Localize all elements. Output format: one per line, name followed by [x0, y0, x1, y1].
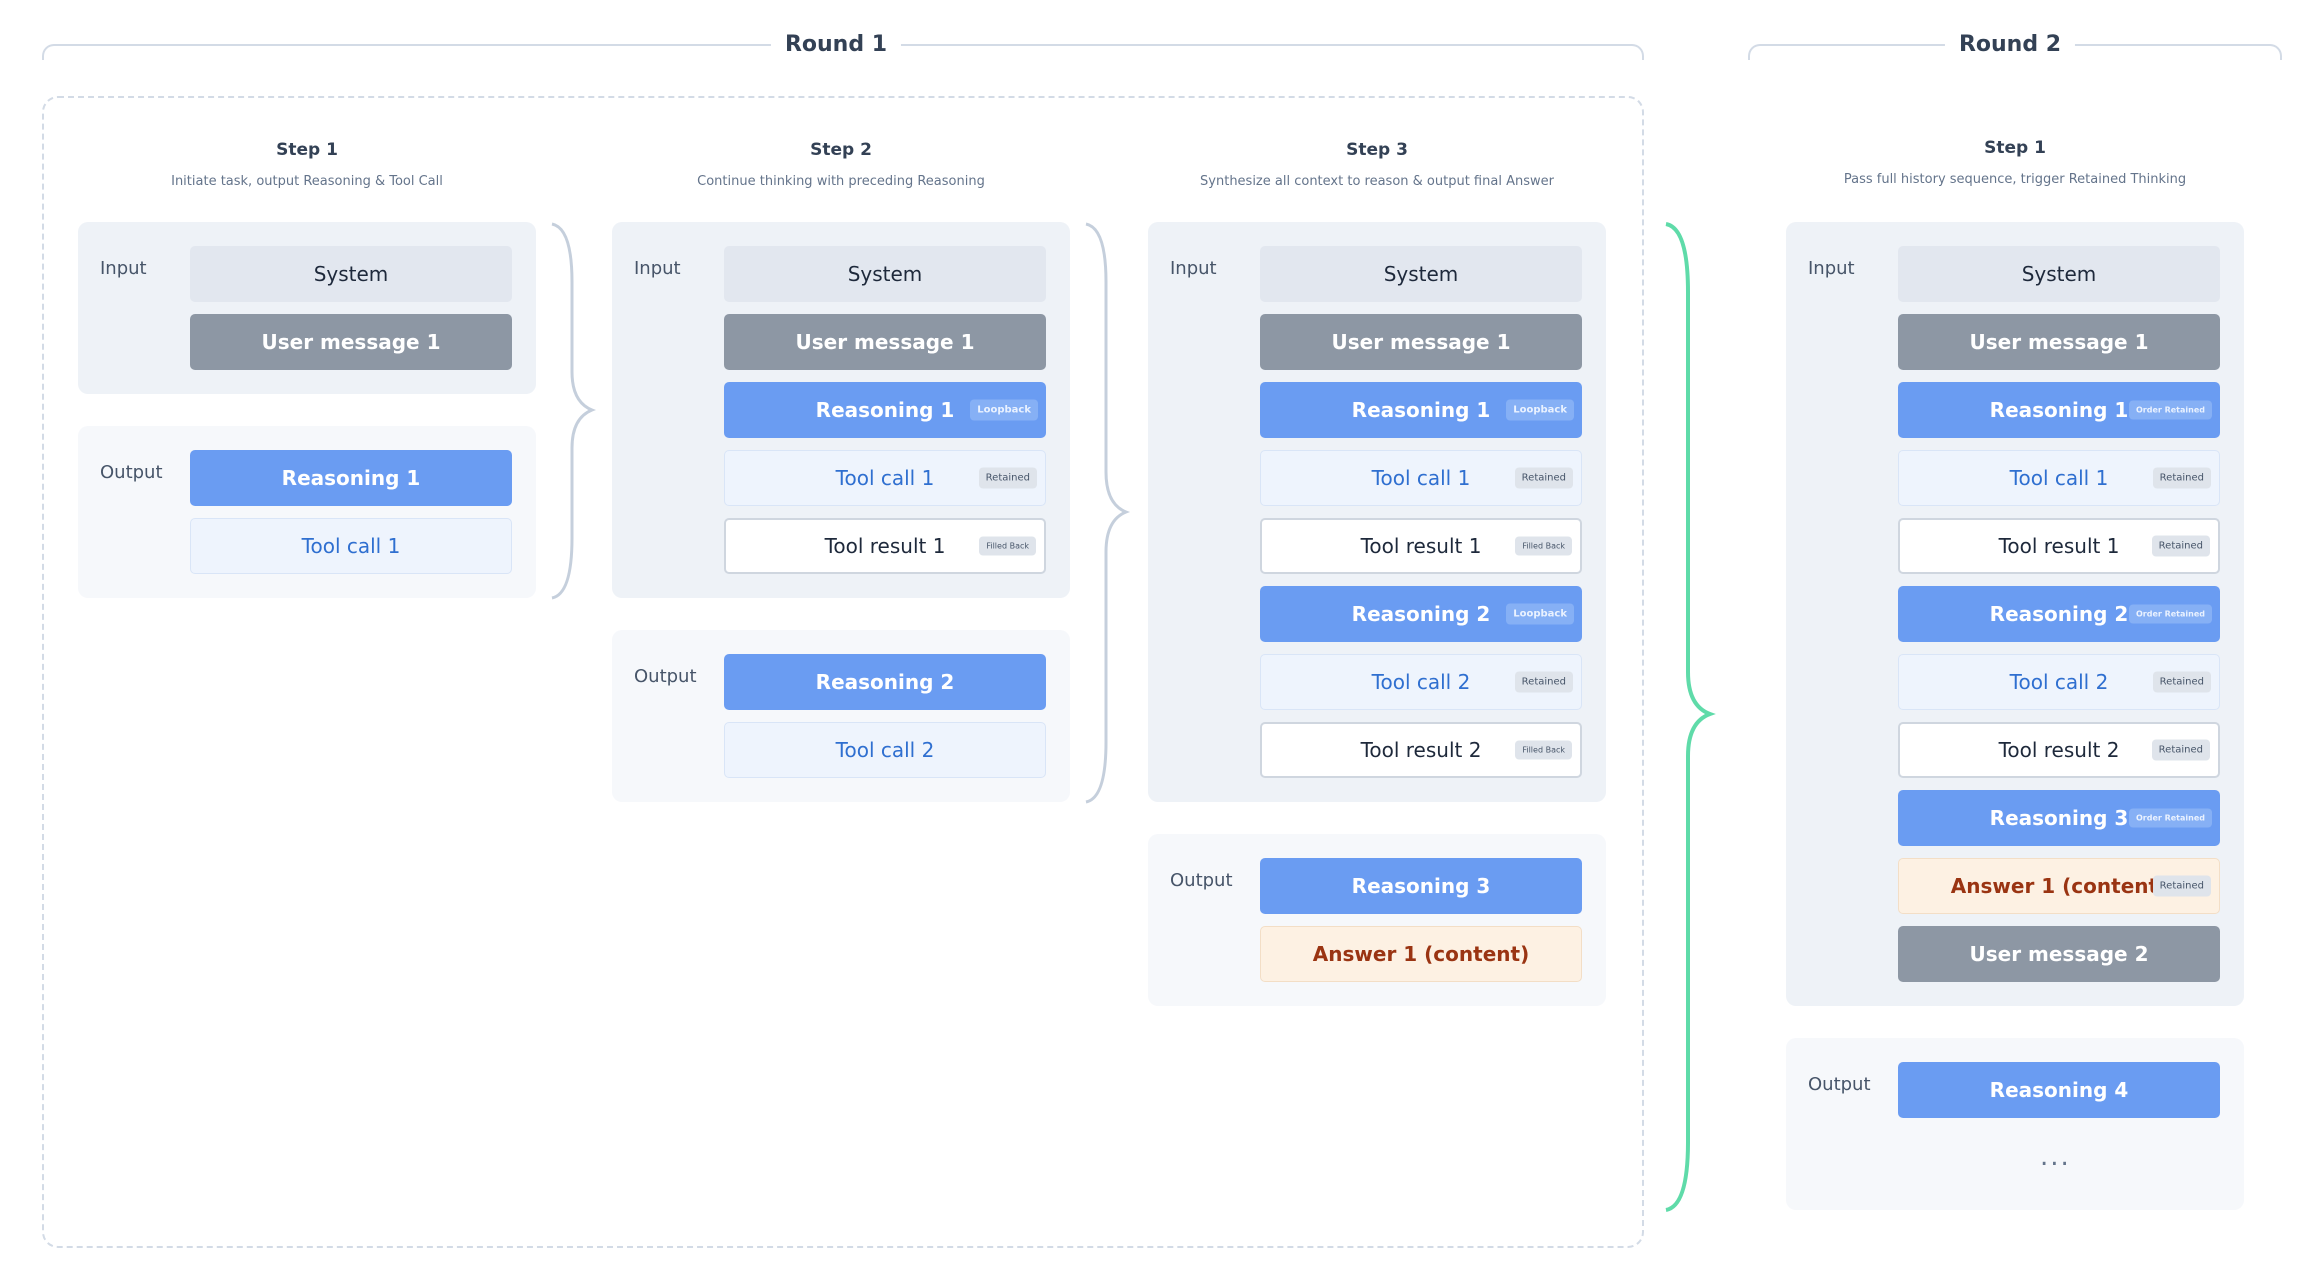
r1s3-input-panel [1148, 222, 1606, 802]
r1s2-reasoning-2: Reasoning 2 [724, 654, 1046, 710]
step-connector-2-3 [1085, 222, 1131, 804]
step-connector-1-2 [551, 222, 597, 600]
r2s1-tool-result-2: Tool result 2 Retained [1898, 722, 2220, 778]
r1s2-system-block: System [724, 246, 1046, 302]
r1s3-tool-call-2: Tool call 2 Retained [1260, 654, 1582, 710]
filled-back-tag: Filled Back [1515, 740, 1572, 760]
r2s1-user-message-1: User message 1 [1898, 314, 2220, 370]
r2s1-user-message-2: User message 2 [1898, 926, 2220, 982]
r2s1-output-label: Output [1808, 1074, 1871, 1095]
r1s1-title: Step 1 [276, 140, 338, 160]
r1s3-tool-call-1: Tool call 1 Retained [1260, 450, 1582, 506]
r1s3-answer-1: Answer 1 (content) [1260, 926, 1582, 982]
r1s1-reasoning-1: Reasoning 1 [190, 450, 512, 506]
retained-tag: Retained [978, 467, 1037, 489]
block-label: Tool call 1 [2009, 466, 2109, 490]
block-label: Reasoning 1 [1989, 398, 2129, 422]
r1s3-input-label: Input [1170, 258, 1217, 279]
continuation-ellipsis: ... [2040, 1142, 2071, 1172]
block-label: Answer 1 (content) [1950, 874, 2168, 898]
order-retained-tag: Order Retained [2128, 604, 2212, 624]
r1s2-output-label: Output [634, 666, 697, 687]
r2s1-input-label: Input [1808, 258, 1855, 279]
retained-tag: Retained [2151, 535, 2210, 557]
r1s1-input-label: Input [100, 258, 147, 279]
loopback-tag: Loopback [1506, 603, 1574, 625]
block-label: Reasoning 1 [1351, 398, 1491, 422]
r1s3-system-block: System [1260, 246, 1582, 302]
order-retained-tag: Order Retained [2128, 400, 2212, 420]
r2s1-title: Step 1 [1984, 138, 2046, 158]
round1-label: Round 1 [770, 32, 902, 57]
round2-label: Round 2 [1944, 32, 2076, 57]
retained-tag: Retained [2151, 739, 2210, 761]
r2s1-tool-result-1: Tool result 1 Retained [1898, 518, 2220, 574]
r1s3-output-label: Output [1170, 870, 1233, 891]
r1s2-tool-call-2: Tool call 2 [724, 722, 1046, 778]
r2s1-system-block: System [1898, 246, 2220, 302]
r2s1-tool-call-2: Tool call 2 Retained [1898, 654, 2220, 710]
r1s2-reasoning-1: Reasoning 1 Loopback [724, 382, 1046, 438]
block-label: Tool result 1 [1360, 534, 1482, 558]
r1s3-reasoning-1: Reasoning 1 Loopback [1260, 382, 1582, 438]
block-label: Tool call 2 [1371, 670, 1471, 694]
r1s1-tool-call-1: Tool call 1 [190, 518, 512, 574]
loopback-tag: Loopback [970, 399, 1038, 421]
retained-tag: Retained [2152, 671, 2211, 693]
r1s2-subtitle: Continue thinking with preceding Reasoni… [697, 174, 985, 189]
r2s1-reasoning-2: Reasoning 2 Order Retained [1898, 586, 2220, 642]
r1s3-reasoning-3: Reasoning 3 [1260, 858, 1582, 914]
block-label: Reasoning 2 [1989, 602, 2129, 626]
order-retained-tag: Order Retained [2128, 808, 2212, 828]
r1s2-tool-call-1: Tool call 1 Retained [724, 450, 1046, 506]
r1s2-input-label: Input [634, 258, 681, 279]
r1s3-tool-result-1: Tool result 1 Filled Back [1260, 518, 1582, 574]
block-label: Reasoning 1 [815, 398, 955, 422]
r2s1-reasoning-3: Reasoning 3 Order Retained [1898, 790, 2220, 846]
block-label: Tool call 1 [835, 466, 935, 490]
block-label: Tool result 2 [1998, 738, 2120, 762]
block-label: Tool result 2 [1360, 738, 1482, 762]
r1s3-subtitle: Synthesize all context to reason & outpu… [1200, 174, 1554, 189]
retained-tag: Retained [1514, 671, 1573, 693]
round-connector [1665, 222, 1716, 1212]
r1s1-output-label: Output [100, 462, 163, 483]
block-label: Tool result 1 [824, 534, 946, 558]
filled-back-tag: Filled Back [979, 536, 1036, 556]
block-label: Tool call 2 [2009, 670, 2109, 694]
r2s1-tool-call-1: Tool call 1 Retained [1898, 450, 2220, 506]
block-label: Tool call 1 [1371, 466, 1471, 490]
r2s1-reasoning-1: Reasoning 1 Order Retained [1898, 382, 2220, 438]
r2s1-reasoning-4: Reasoning 4 [1898, 1062, 2220, 1118]
r1s1-system-block: System [190, 246, 512, 302]
r2s1-subtitle: Pass full history sequence, trigger Reta… [1843, 172, 2187, 187]
retained-tag: Retained [2152, 467, 2211, 489]
retained-tag: Retained [2152, 875, 2211, 897]
block-label: Tool result 1 [1998, 534, 2120, 558]
block-label: Reasoning 2 [1351, 602, 1491, 626]
r1s3-user-message-1: User message 1 [1260, 314, 1582, 370]
r1s2-user-message-1: User message 1 [724, 314, 1046, 370]
r1s2-tool-result-1: Tool result 1 Filled Back [724, 518, 1046, 574]
retained-tag: Retained [1514, 467, 1573, 489]
block-label: Reasoning 3 [1989, 806, 2129, 830]
r1s2-title: Step 2 [810, 140, 872, 160]
r1s1-subtitle: Initiate task, output Reasoning & Tool C… [171, 174, 443, 189]
r2s1-answer-1: Answer 1 (content) Retained [1898, 858, 2220, 914]
r1s3-reasoning-2: Reasoning 2 Loopback [1260, 586, 1582, 642]
filled-back-tag: Filled Back [1515, 536, 1572, 556]
loopback-tag: Loopback [1506, 399, 1574, 421]
r1s3-tool-result-2: Tool result 2 Filled Back [1260, 722, 1582, 778]
r1s1-user-message-1: User message 1 [190, 314, 512, 370]
r1s3-title: Step 3 [1346, 140, 1408, 160]
